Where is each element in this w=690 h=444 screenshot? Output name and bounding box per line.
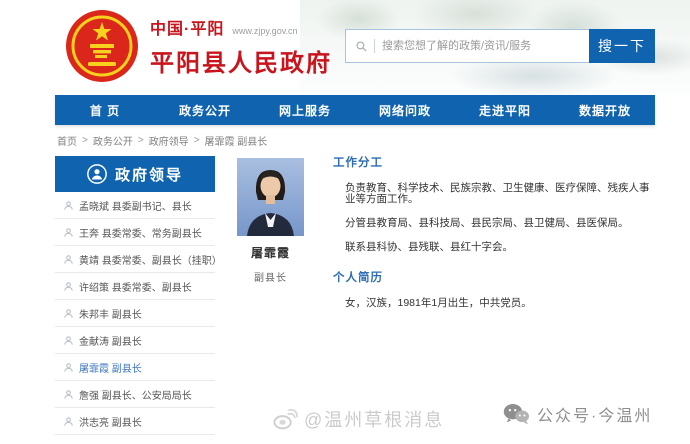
leader-list-item[interactable]: 许绍策 县委常委、副县长 <box>55 273 215 300</box>
leader-label: 黄靖 县委常委、副县长（挂职） <box>79 252 222 267</box>
person-circle-icon <box>87 164 107 184</box>
site-header: 中国·平阳 www.zjpy.gov.cn 平阳县人民政府 搜一下 <box>0 0 690 95</box>
search-button[interactable]: 搜一下 <box>589 29 655 63</box>
section-work-duties: 工作分工 负责教育、科学技术、民族宗教、卫生健康、医疗保障、残疾人事业等方面工作… <box>333 154 657 253</box>
leader-label: 许绍策 县委常委、副县长 <box>79 279 192 294</box>
section-heading: 工作分工 <box>333 154 657 170</box>
search-divider <box>374 39 375 53</box>
leader-label: 詹强 副县长、公安局局长 <box>79 387 192 402</box>
nav-item-online-services[interactable]: 网上服务 <box>255 95 355 125</box>
search-bar: 搜一下 <box>345 29 655 63</box>
leader-label: 洪志亮 副县长 <box>79 414 142 429</box>
leader-list-item[interactable]: 朱邦丰 副县长 <box>55 300 215 327</box>
site-url: www.zjpy.gov.cn <box>232 26 297 36</box>
leader-list-item[interactable]: 詹强 副县长、公安局局长 <box>55 381 215 408</box>
leader-list: 孟晓斌 县委副书记、县长王奔 县委常委、常务副县长黄靖 县委常委、副县长（挂职）… <box>55 192 215 444</box>
breadcrumb-separator: > <box>194 135 200 146</box>
person-icon <box>63 254 74 265</box>
weibo-icon <box>272 407 298 431</box>
person-icon <box>63 281 74 292</box>
search-icon <box>355 40 368 53</box>
site-title: 平阳县人民政府 <box>150 43 332 78</box>
leader-list-item[interactable]: 陈国翰 副县长（挂职） <box>55 435 215 444</box>
nav-item-online-inquiries[interactable]: 网络问政 <box>355 95 455 125</box>
site-logo[interactable]: 中国·平阳 www.zjpy.gov.cn 平阳县人民政府 <box>64 8 332 84</box>
leader-list-item[interactable]: 屠霏霞 副县长 <box>55 354 215 381</box>
page: 中国·平阳 www.zjpy.gov.cn 平阳县人民政府 搜一下 首 页 政务… <box>0 0 690 444</box>
nav-item-gov-affairs[interactable]: 政务公开 <box>155 95 255 125</box>
wechat-icon <box>503 403 529 425</box>
brand-text: 中国·平阳 www.zjpy.gov.cn 平阳县人民政府 <box>150 15 332 78</box>
search-input[interactable] <box>382 30 589 62</box>
search-box <box>345 29 589 63</box>
nav-item-home[interactable]: 首 页 <box>55 95 155 125</box>
breadcrumb-gov-affairs[interactable]: 政务公开 <box>93 133 133 148</box>
duty-paragraph: 分管县教育局、县科技局、县民宗局、县卫健局、县医保局。 <box>333 218 657 229</box>
leader-list-item[interactable]: 洪志亮 副县长 <box>55 408 215 435</box>
section-heading: 个人简历 <box>333 269 657 285</box>
breadcrumb-gov-leaders[interactable]: 政府领导 <box>149 133 189 148</box>
sidebar-title: 政府领导 <box>115 164 183 185</box>
officer-profile-card: 屠霏霞 副县长 <box>237 158 304 284</box>
profile-sections: 工作分工 负责教育、科学技术、民族宗教、卫生健康、医疗保障、残疾人事业等方面工作… <box>333 154 657 309</box>
breadcrumb: 首页 > 政务公开 > 政府领导 > 屠霏霞 副县长 <box>57 133 267 148</box>
person-icon <box>63 416 74 427</box>
person-icon <box>63 308 74 319</box>
resume-paragraph: 女，汉族，1981年1月出生，中共党员。 <box>333 298 657 309</box>
watermark-weibo: @温州草根消息 <box>272 406 444 432</box>
person-icon <box>63 200 74 211</box>
leader-label: 陈国翰 副县长（挂职） <box>79 441 182 444</box>
watermark-weibo-text: @温州草根消息 <box>304 406 444 432</box>
duty-paragraph: 联系县科协、县残联、县红十字会。 <box>333 242 657 253</box>
duty-paragraph: 负责教育、科学技术、民族宗教、卫生健康、医疗保障、残疾人事业等方面工作。 <box>333 183 657 205</box>
leader-label: 王奔 县委常委、常务副县长 <box>79 225 202 240</box>
officer-title: 副县长 <box>237 269 304 284</box>
leader-list-item[interactable]: 黄靖 县委常委、副县长（挂职） <box>55 246 215 273</box>
leader-list-item[interactable]: 孟晓斌 县委副书记、县长 <box>55 192 215 219</box>
nav-item-about-pingyang[interactable]: 走进平阳 <box>455 95 555 125</box>
watermark-wechat: 公众号·今温州 <box>503 402 652 426</box>
person-icon <box>63 227 74 238</box>
officer-photo <box>237 158 304 236</box>
main-nav: 首 页 政务公开 网上服务 网络问政 走进平阳 数据开放 <box>55 95 655 125</box>
person-icon <box>63 389 74 400</box>
leader-label: 孟晓斌 县委副书记、县长 <box>79 198 192 213</box>
breadcrumb-separator: > <box>138 135 144 146</box>
site-prefix: 中国·平阳 <box>150 15 224 39</box>
leader-label: 朱邦丰 副县长 <box>79 306 142 321</box>
sidebar-header: 政府领导 <box>55 156 215 192</box>
person-icon <box>63 362 74 373</box>
sidebar-gov-leaders: 政府领导 孟晓斌 县委副书记、县长王奔 县委常委、常务副县长黄靖 县委常委、副县… <box>55 156 215 444</box>
leader-label: 金献涛 副县长 <box>79 333 142 348</box>
leader-label: 屠霏霞 副县长 <box>79 360 142 375</box>
officer-name: 屠霏霞 <box>237 244 304 261</box>
national-emblem-icon <box>64 8 140 84</box>
leader-list-item[interactable]: 金献涛 副县长 <box>55 327 215 354</box>
breadcrumb-home[interactable]: 首页 <box>57 133 77 148</box>
breadcrumb-current: 屠霏霞 副县长 <box>205 133 268 148</box>
leader-list-item[interactable]: 王奔 县委常委、常务副县长 <box>55 219 215 246</box>
person-icon <box>63 335 74 346</box>
breadcrumb-separator: > <box>82 135 88 146</box>
section-resume: 个人简历 女，汉族，1981年1月出生，中共党员。 <box>333 269 657 309</box>
watermark-wechat-text: 公众号·今温州 <box>537 402 652 426</box>
nav-item-open-data[interactable]: 数据开放 <box>555 95 655 125</box>
